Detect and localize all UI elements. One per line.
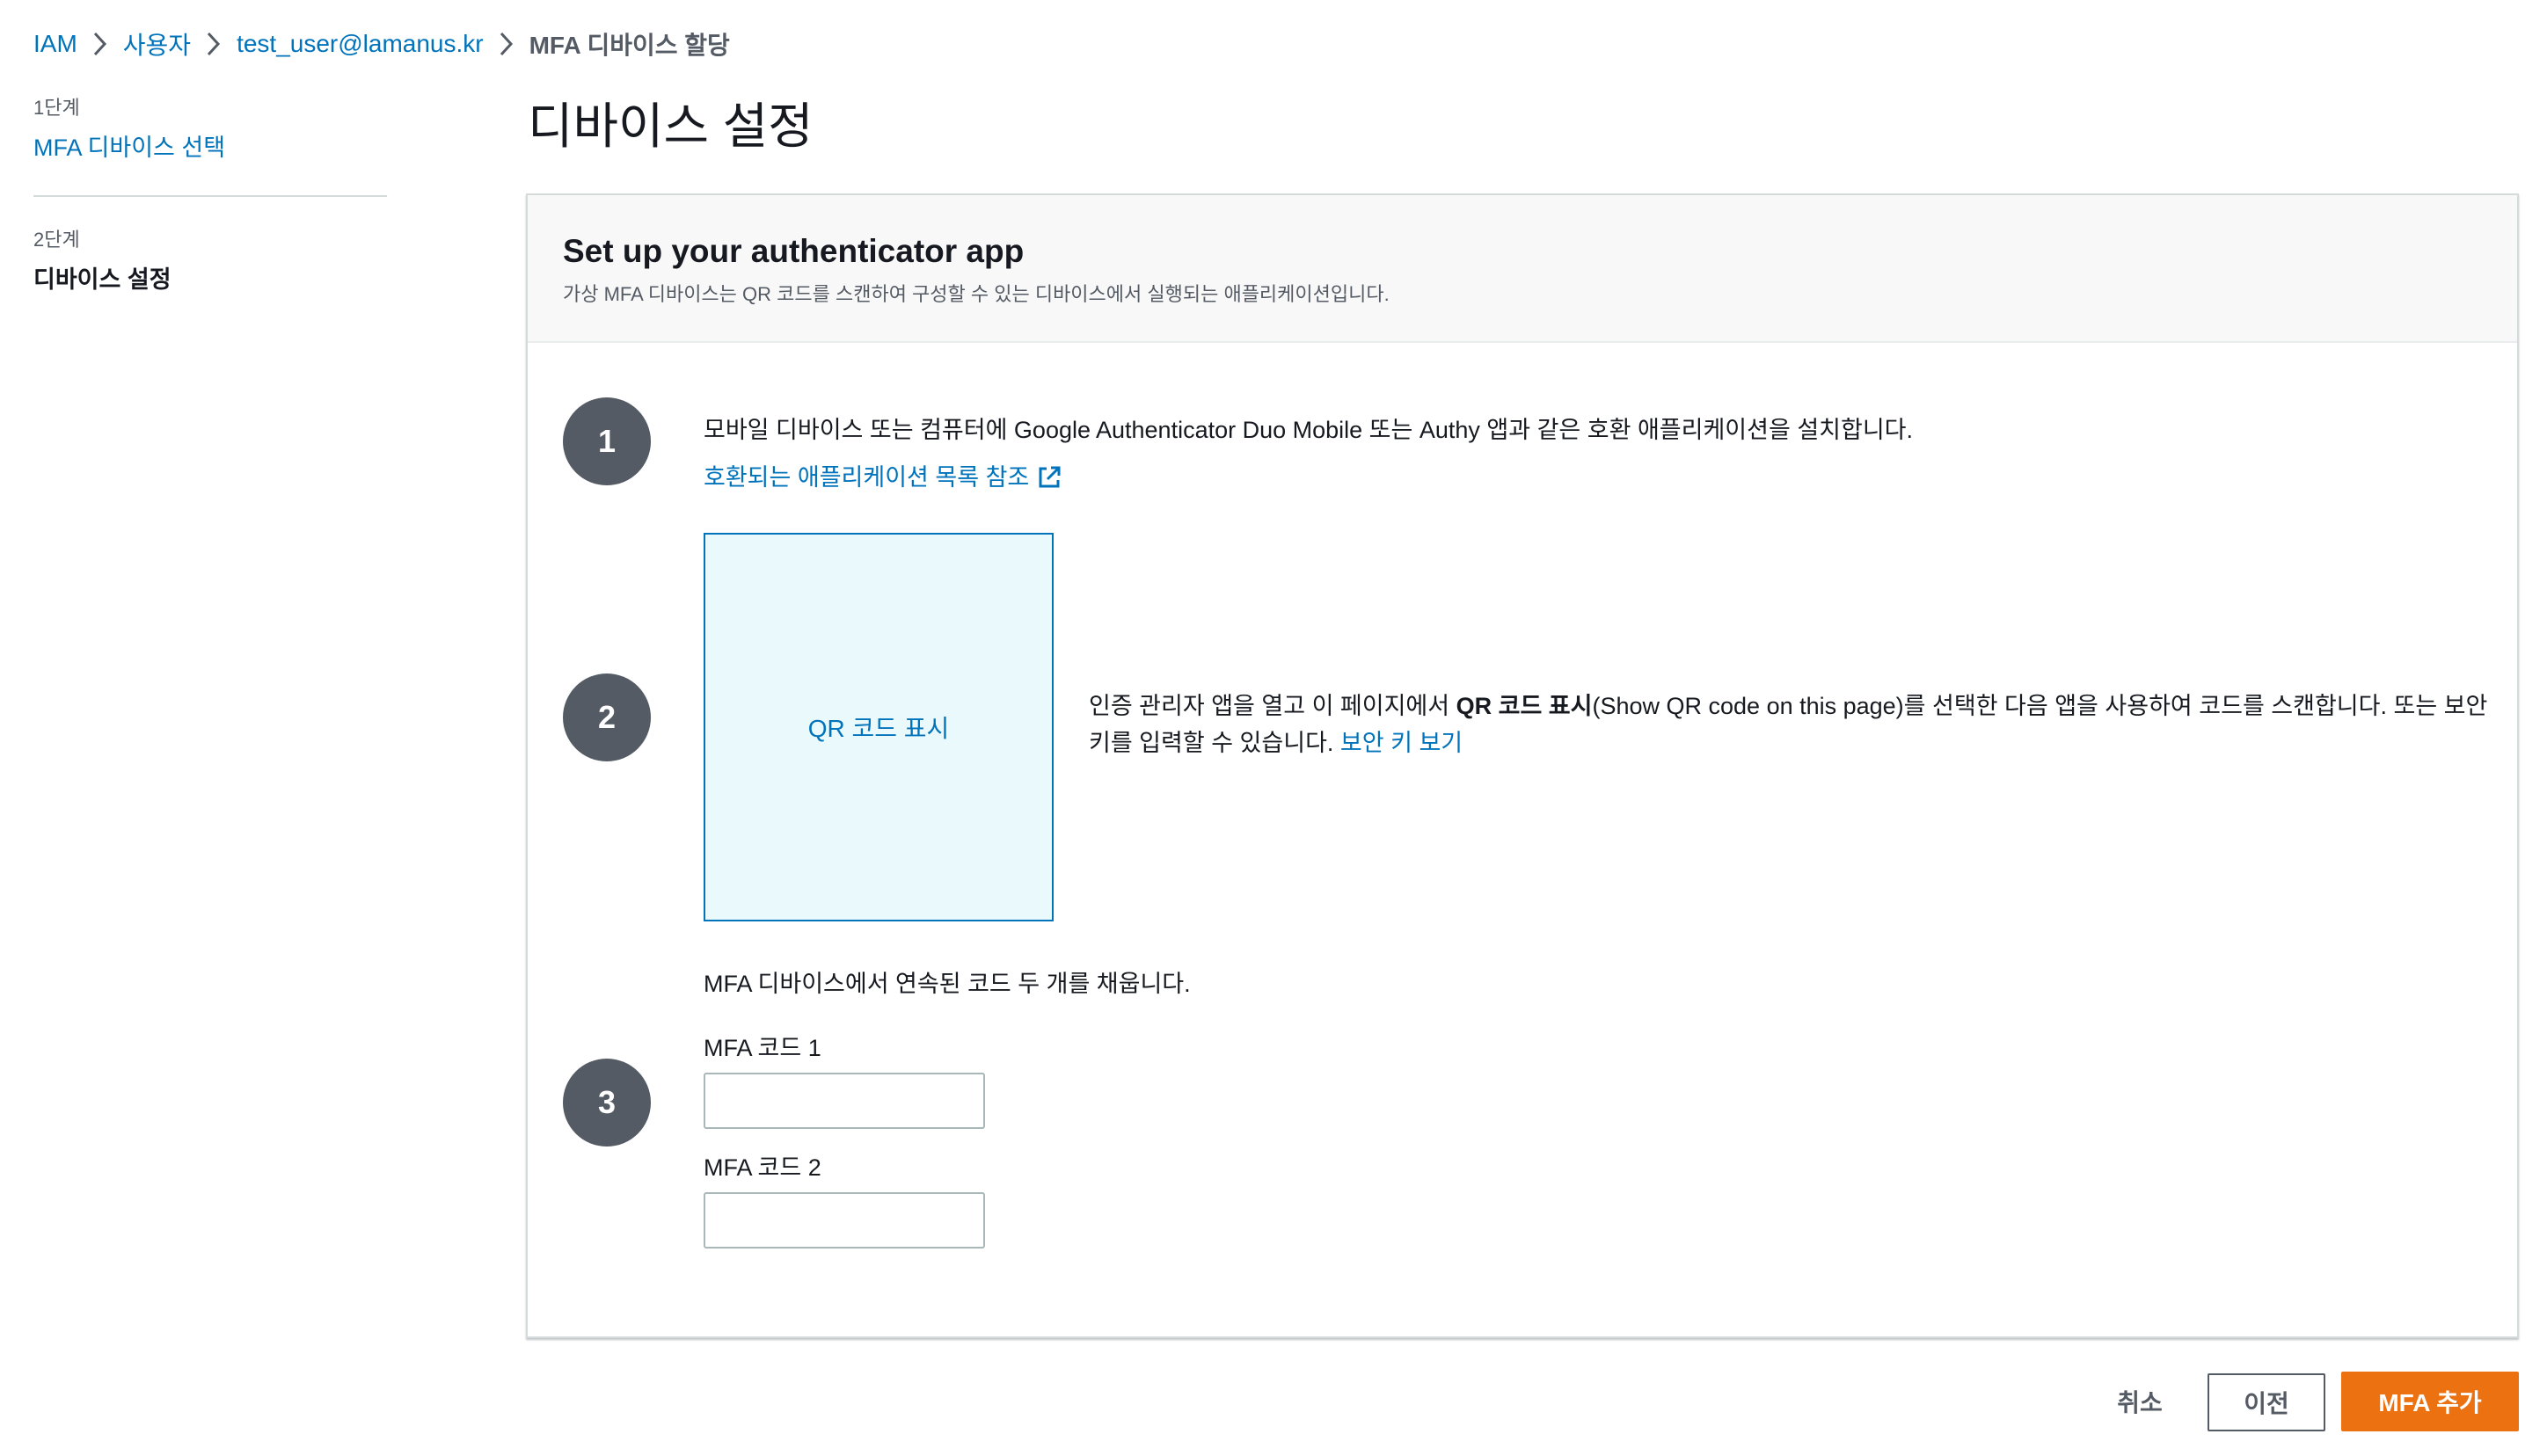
show-secret-key-link[interactable]: 보안 키 보기 (1340, 730, 1463, 756)
step-2-text: 인증 관리자 앱을 열고 이 페이지에서 QR 코드 표시(Show QR co… (1089, 688, 2496, 761)
breadcrumb-user[interactable]: test_user@lamanus.kr (237, 30, 484, 58)
compatible-apps-link[interactable]: 호환되는 애플리케이션 목록 참조 (704, 459, 1062, 496)
mfa-code-2-input[interactable] (704, 1192, 985, 1249)
chevron-right-icon (77, 26, 123, 62)
wizard-divider (33, 195, 387, 197)
chevron-right-icon (484, 26, 529, 62)
mfa-code-1-label: MFA 코드 1 (704, 1035, 821, 1061)
wizard-step-2-number: 2단계 (33, 229, 80, 251)
mfa-code-2-label: MFA 코드 2 (704, 1154, 821, 1181)
card-description: 가상 MFA 디바이스는 QR 코드를 스캔하여 구성할 수 있는 디바이스에서… (563, 283, 1390, 305)
wizard-step-2-current: 디바이스 설정 (33, 266, 172, 293)
step-2-badge: 2 (563, 673, 651, 761)
card-header: Set up your authenticator app 가상 MFA 디바이… (528, 195, 2517, 343)
step-3-text: MFA 디바이스에서 연속된 코드 두 개를 채웁니다. (704, 971, 1191, 997)
chevron-right-icon (191, 26, 237, 62)
authenticator-setup-card: Set up your authenticator app 가상 MFA 디바이… (526, 193, 2519, 1338)
external-link-icon (1039, 466, 1061, 488)
breadcrumb: IAM 사용자 test_user@lamanus.kr MFA 디바이스 할당 (33, 26, 730, 62)
step-3-badge: 3 (563, 1059, 651, 1147)
wizard-step-1-link[interactable]: MFA 디바이스 선택 (33, 132, 387, 164)
compatible-apps-link-label[interactable]: 호환되는 애플리케이션 목록 참조 (704, 459, 1029, 496)
add-mfa-button[interactable]: MFA 추가 (2341, 1372, 2519, 1431)
page-title: 디바이스 설정 (528, 98, 814, 154)
previous-button[interactable]: 이전 (2208, 1373, 2325, 1431)
wizard-step-1-number: 1단계 (33, 97, 80, 119)
breadcrumb-users[interactable]: 사용자 (123, 26, 191, 62)
show-qr-code-button[interactable]: QR 코드 표시 (704, 533, 1054, 921)
step-2-text-bold: QR 코드 표시 (1456, 693, 1593, 719)
card-title: Set up your authenticator app (563, 233, 1025, 269)
cancel-button[interactable]: 취소 (2100, 1373, 2179, 1430)
show-qr-code-label: QR 코드 표시 (807, 715, 950, 742)
step-1-text: 모바일 디바이스 또는 컴퓨터에 Google Authenticator Du… (704, 417, 1914, 443)
breadcrumb-iam[interactable]: IAM (33, 30, 77, 58)
breadcrumb-current: MFA 디바이스 할당 (529, 32, 730, 59)
mfa-code-1-input[interactable] (704, 1073, 985, 1129)
step-1-badge: 1 (563, 397, 651, 485)
wizard-navigation: 1단계 MFA 디바이스 선택 2단계 디바이스 설정 (33, 95, 387, 295)
step-2-text-before: 인증 관리자 앱을 열고 이 페이지에서 (1089, 693, 1456, 719)
